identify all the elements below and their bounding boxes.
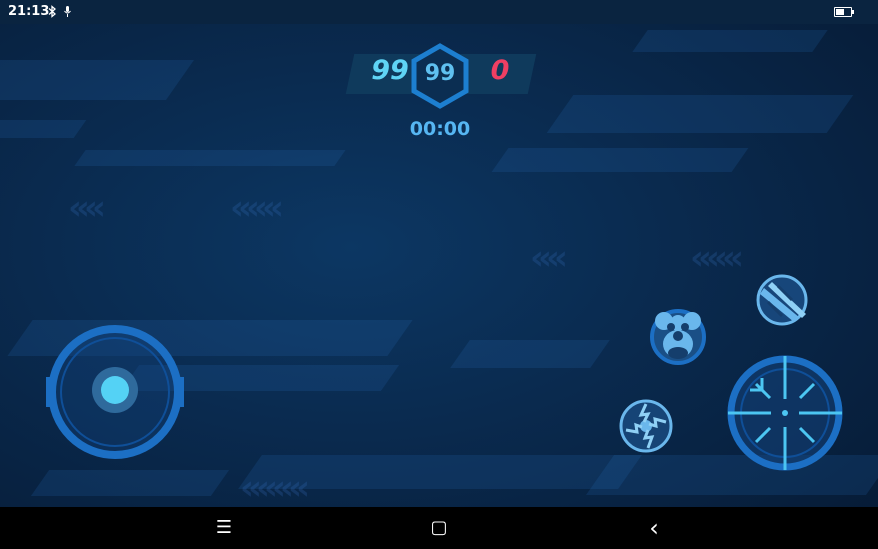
- game-screen: ‹‹‹‹ ‹‹‹‹‹‹ ‹‹‹‹ ‹‹‹‹‹‹ ‹‹‹‹‹‹‹‹ 21:13 9…: [0, 0, 878, 549]
- menu-icon: ☰: [215, 517, 233, 538]
- bg-chevrons: ‹‹‹‹‹‹: [230, 188, 284, 228]
- skill-button-monkey[interactable]: [649, 308, 707, 366]
- home-icon: ▢: [430, 517, 448, 538]
- battery-icon: [834, 7, 854, 17]
- bg-chevrons: ‹‹‹‹‹‹‹‹: [240, 468, 310, 508]
- bg-chevrons: ‹‹‹‹: [68, 188, 106, 228]
- bluetooth-icon: [48, 5, 57, 21]
- bg-stripe: [491, 148, 749, 172]
- battery-level: [836, 9, 844, 15]
- monkey-skill-icon: [650, 309, 706, 365]
- lightning-skill-icon: [619, 399, 673, 453]
- bg-stripe: [0, 120, 87, 138]
- back-icon: ‹: [649, 514, 659, 542]
- home-button[interactable]: ▢: [424, 515, 454, 541]
- bg-stripe: [74, 150, 346, 166]
- status-time: 21:13: [8, 4, 50, 19]
- skill-button-lightning[interactable]: [618, 398, 674, 454]
- bg-chevrons: ‹‹‹‹: [530, 238, 568, 278]
- crosshair-icon: [727, 355, 843, 471]
- center-score: 99: [424, 61, 456, 86]
- status-bar: 21:13: [0, 0, 878, 24]
- scoreboard: 99 0 99: [342, 43, 538, 109]
- back-button[interactable]: ‹: [639, 515, 669, 541]
- skill-button-slash[interactable]: [754, 272, 812, 330]
- joystick[interactable]: [46, 323, 184, 461]
- joystick-icon: [46, 325, 184, 459]
- battery-tip: [852, 10, 854, 14]
- menu-button[interactable]: ☰: [209, 515, 239, 541]
- bg-chevrons: ‹‹‹‹‹‹: [690, 238, 744, 278]
- system-nav-bar: ☰ ▢ ‹: [0, 507, 878, 549]
- bg-stripe: [632, 30, 828, 52]
- mic-icon: [63, 5, 72, 21]
- bg-stripe: [0, 60, 195, 100]
- bg-stripe: [30, 470, 230, 496]
- match-timer: 00:00: [409, 118, 471, 140]
- fire-button[interactable]: [726, 354, 844, 472]
- team-red-score: 0: [490, 55, 510, 86]
- bg-stripe: [450, 340, 610, 368]
- slash-skill-icon: [756, 274, 808, 326]
- bg-stripe: [546, 95, 854, 133]
